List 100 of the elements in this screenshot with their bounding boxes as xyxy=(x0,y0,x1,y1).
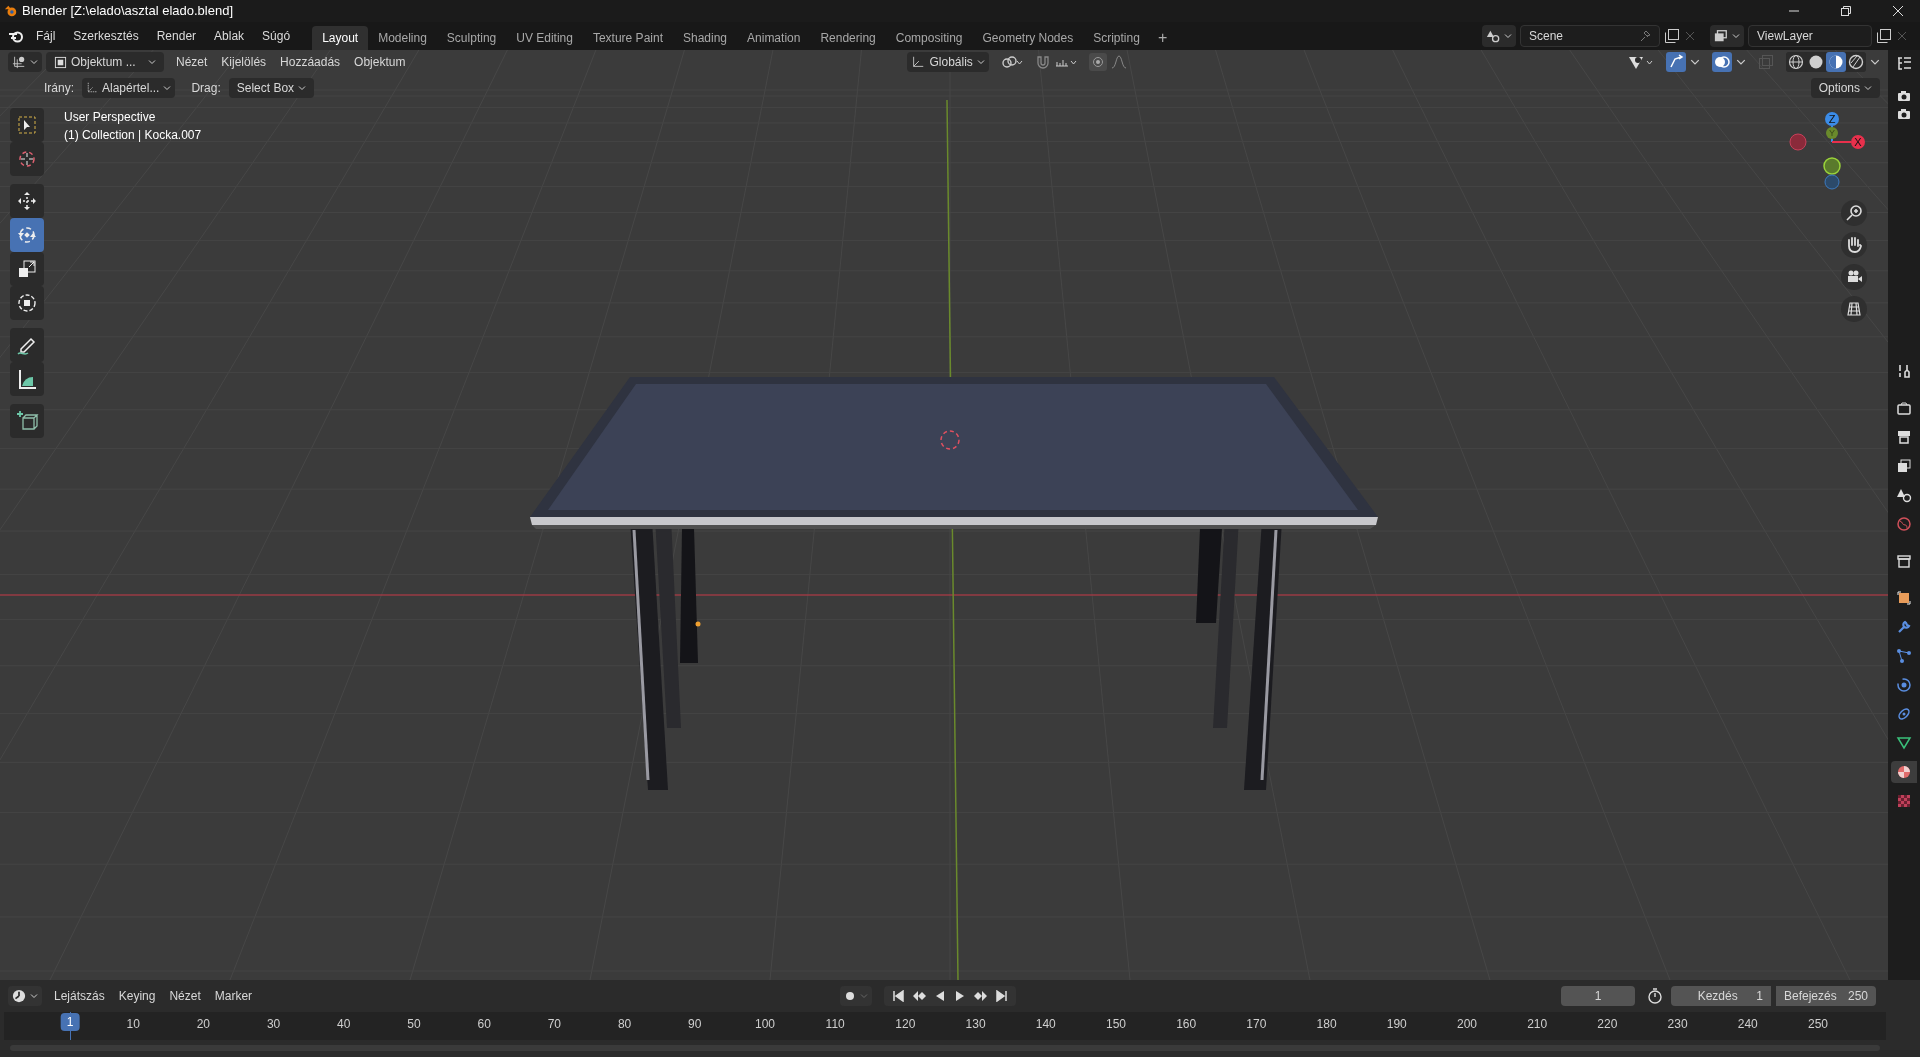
material-ball-icon xyxy=(1896,764,1912,780)
overlay-toggle-icon[interactable] xyxy=(1712,52,1732,72)
workspace-tab[interactable]: Texture Paint xyxy=(582,26,673,50)
next-keyframe-icon[interactable] xyxy=(974,990,989,1002)
chevron-icon[interactable] xyxy=(1870,57,1880,67)
menu-item[interactable]: Lejátszás xyxy=(54,987,105,1005)
tool-button[interactable] xyxy=(10,404,44,438)
visibility-icon[interactable] xyxy=(1628,54,1654,70)
end-frame-field[interactable]: Befejezés 250 xyxy=(1776,986,1876,1006)
images-icon xyxy=(1896,458,1912,474)
frame-number: 200 xyxy=(1456,1016,1477,1033)
add-workspace-button[interactable]: + xyxy=(1149,26,1176,50)
tool-button[interactable] xyxy=(10,108,44,142)
record-button[interactable] xyxy=(840,986,873,1006)
mode-dropdown[interactable]: Objektum ... xyxy=(46,52,164,72)
current-frame-marker[interactable]: 1 xyxy=(60,1013,80,1031)
jump-start-icon[interactable] xyxy=(892,990,905,1002)
menu-item[interactable]: Nézet xyxy=(169,987,201,1005)
workspace-tab[interactable]: Scripting xyxy=(1083,26,1150,50)
material-sphere-icon[interactable] xyxy=(1826,52,1846,72)
restore-icon[interactable] xyxy=(1840,5,1852,17)
menu-item[interactable]: Ablak xyxy=(214,27,245,45)
negative-x-axis-handle[interactable] xyxy=(1789,133,1807,151)
hand-icon[interactable] xyxy=(1841,232,1867,258)
previous-keyframe-icon[interactable] xyxy=(912,990,927,1002)
current-frame-field[interactable]: 1 xyxy=(1561,986,1635,1006)
orientation-dropdown[interactable]: Globális xyxy=(907,52,989,72)
frame-number: 120 xyxy=(895,1016,916,1033)
table-drawing[interactable] xyxy=(530,377,1378,790)
tool-button[interactable] xyxy=(10,328,44,362)
workspace-tab[interactable]: Modeling xyxy=(368,26,437,50)
menu-item[interactable]: Súgó xyxy=(262,27,291,45)
camera-icon[interactable] xyxy=(1897,108,1911,120)
view-layer-selector[interactable] xyxy=(1710,25,1744,47)
drag-dropdown[interactable]: Select Box xyxy=(228,78,315,98)
tool-button[interactable] xyxy=(10,286,44,320)
pin-icon[interactable] xyxy=(1639,30,1651,42)
wireframe-sphere-icon[interactable] xyxy=(1786,52,1806,72)
workspace-tab[interactable]: Geometry Nodes xyxy=(972,26,1084,50)
direction-dropdown[interactable]: Alapértel... xyxy=(82,78,176,98)
menu-item[interactable]: Kijelölés xyxy=(221,53,267,71)
grid-icon[interactable] xyxy=(1841,296,1867,322)
menu-item[interactable]: Fájl xyxy=(36,27,56,45)
workspace-tab[interactable]: Animation xyxy=(737,26,811,50)
duplicate-icon[interactable] xyxy=(1664,28,1680,44)
play-reverse-icon[interactable] xyxy=(934,990,947,1002)
tool-button[interactable] xyxy=(10,184,44,218)
menu-item[interactable]: Hozzáadás xyxy=(280,53,341,71)
tool-button[interactable] xyxy=(10,252,44,286)
stopwatch-icon[interactable] xyxy=(1647,988,1663,1004)
camera-icon[interactable] xyxy=(1841,264,1867,290)
rendered-sphere-icon[interactable] xyxy=(1846,52,1866,72)
workspace-tab[interactable]: Sculpting xyxy=(436,26,507,50)
view-layer-field[interactable]: ViewLayer xyxy=(1748,25,1872,47)
menu-item[interactable]: Szerkesztés xyxy=(73,27,139,45)
proportional-edit-icon[interactable] xyxy=(1088,53,1107,71)
editor-type-button[interactable] xyxy=(8,52,42,72)
x-axis-handle[interactable]: X xyxy=(1831,135,1865,149)
menu-item[interactable]: Render xyxy=(156,27,197,45)
duplicate-icon[interactable] xyxy=(1876,28,1892,44)
workspace-tab[interactable]: UV Editing xyxy=(506,26,583,50)
jump-end-icon[interactable] xyxy=(996,990,1009,1002)
frame-number: 190 xyxy=(1386,1016,1407,1033)
gizmo-toggle-icon[interactable] xyxy=(1666,52,1686,72)
cone-sphere-icon xyxy=(1896,487,1912,503)
start-frame-field[interactable]: Kezdés 1 xyxy=(1671,986,1771,1006)
negative-y-axis-handle[interactable] xyxy=(1823,157,1841,175)
menu-item[interactable]: Marker xyxy=(214,987,253,1005)
axes-icon xyxy=(86,82,98,94)
workspace-tab[interactable]: Rendering xyxy=(810,26,886,50)
workspace-tab[interactable]: Compositing xyxy=(885,26,973,50)
workspace-tab[interactable]: Shading xyxy=(673,26,738,50)
frame-number: 30 xyxy=(266,1016,281,1033)
chevron-icon[interactable] xyxy=(1690,57,1700,67)
select-box-icon xyxy=(15,113,39,137)
negative-z-axis-handle[interactable] xyxy=(1824,174,1840,190)
menu-item[interactable]: Nézet xyxy=(176,53,208,71)
tool-button[interactable] xyxy=(10,362,44,396)
outliner-icon[interactable] xyxy=(1896,56,1912,72)
frame-number: 220 xyxy=(1597,1016,1618,1033)
workspace-tab[interactable]: Layout xyxy=(312,26,369,50)
pivot-icon[interactable] xyxy=(1000,54,1023,70)
scene-name-field[interactable]: Scene xyxy=(1520,25,1660,47)
falloff-curve-icon[interactable] xyxy=(1110,54,1127,70)
zoom-icon[interactable] xyxy=(1841,200,1867,226)
menu-item[interactable]: Keying xyxy=(118,987,156,1005)
playback-controls[interactable] xyxy=(884,986,1017,1006)
magnet-icon[interactable] xyxy=(1034,54,1051,70)
chevron-icon[interactable] xyxy=(1736,57,1746,67)
options-dropdown[interactable]: Options xyxy=(1810,78,1880,98)
editor-type-button[interactable] xyxy=(8,986,42,1006)
frame-ruler[interactable]: 1 10 20 30 40 50 60 70 80 90 100 110 120 130 140 150 160 170 180 190 200 210 220 230 240 250 xyxy=(4,1012,1886,1040)
menu-item[interactable]: Objektum xyxy=(354,53,406,71)
scene-selector[interactable] xyxy=(1482,25,1516,47)
properties-tab[interactable] xyxy=(1891,761,1917,783)
3d-cursor-icon[interactable] xyxy=(940,430,960,450)
camera-icon[interactable] xyxy=(1897,90,1911,102)
chevron-icon xyxy=(298,84,307,92)
record-dot-icon xyxy=(844,990,857,1002)
object-cube-icon xyxy=(1896,590,1912,606)
